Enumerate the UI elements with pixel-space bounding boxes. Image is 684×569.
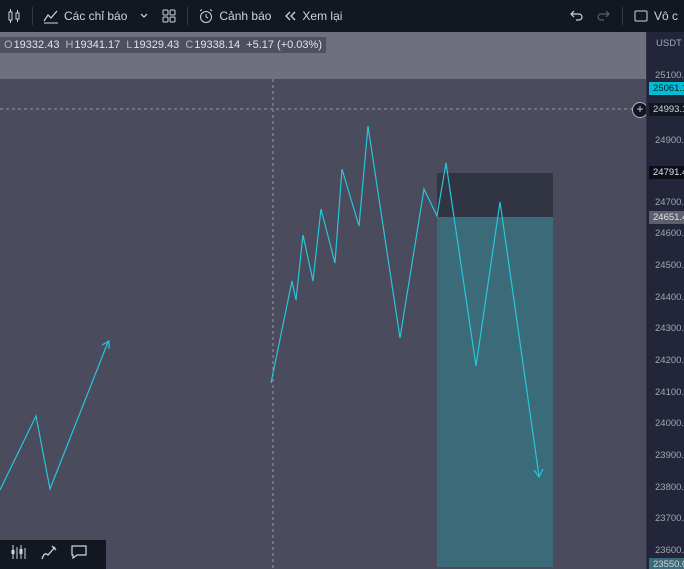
price-tick: 24600.0 (655, 228, 684, 239)
replay-label: Xem lại (302, 9, 343, 23)
alert-label: Cảnh báo (219, 9, 272, 23)
price-tick: 25100.0 (655, 70, 684, 81)
price-tick: 24300.0 (655, 323, 684, 334)
price-tick: 24900.0 (655, 135, 684, 146)
price-badge-crosshair: 24993.1 (649, 103, 684, 116)
close-key: C (185, 39, 194, 51)
templates-button[interactable] (155, 0, 183, 32)
right-label: Vô c (653, 9, 678, 23)
change-value: +5.17 (+0.03%) (246, 39, 322, 51)
price-tick: 23600.0 (655, 545, 684, 556)
brush-icon (40, 543, 58, 566)
long-position-icon (10, 543, 28, 566)
replay-button[interactable]: Xem lại (277, 0, 348, 32)
price-tick: 24200.0 (655, 355, 684, 366)
alert-button[interactable]: Cảnh báo (192, 0, 277, 32)
indicators-dropdown[interactable] (133, 0, 155, 32)
drawing-toolbar (0, 540, 106, 569)
replay-icon (283, 9, 297, 23)
toolbar-divider (32, 7, 33, 25)
chart-type-button[interactable] (0, 0, 28, 32)
ohlc-legend: O 19332.43 H 19341.17 L 19329.43 C 19338.14 … (0, 37, 326, 53)
high-key: H (65, 39, 74, 51)
comment-tool[interactable] (66, 543, 92, 567)
price-tick: 23800.0 (655, 482, 684, 493)
price-tick: 24100.0 (655, 387, 684, 398)
indicators-button[interactable]: Các chỉ báo (37, 0, 133, 32)
redo-button[interactable] (590, 0, 618, 32)
templates-icon (161, 8, 177, 24)
fullscreen-icon (633, 8, 649, 24)
top-toolbar: Các chỉ báo Cảnh báo Xem lại Vô c (0, 0, 684, 33)
price-badge-entry: 24651.4 (649, 211, 684, 224)
brush-tool[interactable] (36, 543, 62, 567)
price-tick: 23900.0 (655, 450, 684, 461)
axis-unit: USDT (656, 38, 682, 49)
price-axis[interactable]: USDT 25100.0 25061.1 24993.1 24900.0 247… (646, 32, 684, 569)
undo-button[interactable] (562, 0, 590, 32)
open-value: 19332.43 (13, 39, 60, 51)
long-position-tool[interactable] (6, 543, 32, 567)
candles-icon (6, 8, 22, 24)
open-key: O (4, 39, 13, 51)
toolbar-divider (621, 7, 623, 25)
price-tick: 24500.0 (655, 260, 684, 271)
price-tick: 24700.0 (655, 197, 684, 208)
price-badge-target: 24791.4 (649, 166, 684, 179)
redo-icon (596, 8, 612, 24)
low-key: L (126, 39, 133, 51)
comment-icon (70, 543, 88, 566)
profit-zone (437, 217, 553, 567)
high-value: 19341.17 (74, 39, 121, 51)
low-value: 19329.43 (133, 39, 180, 51)
price-badge-top: 25061.1 (649, 82, 684, 95)
toolbar-divider (187, 7, 189, 25)
price-tick: 24000.0 (655, 418, 684, 429)
price-tick: 24400.0 (655, 292, 684, 303)
alert-icon (198, 8, 214, 24)
price-path-left (0, 341, 109, 492)
fullscreen-button[interactable]: Vô c (627, 0, 684, 32)
undo-icon (568, 8, 584, 24)
price-tick: 23700.0 (655, 513, 684, 524)
price-badge-stop: 23550.0 (649, 558, 684, 569)
chevron-down-icon (139, 11, 149, 21)
stop-zone (437, 173, 553, 217)
chart-plot[interactable] (0, 79, 646, 569)
close-value: 19338.14 (194, 39, 241, 51)
indicators-label: Các chỉ báo (64, 9, 128, 23)
indicators-icon (43, 8, 59, 24)
